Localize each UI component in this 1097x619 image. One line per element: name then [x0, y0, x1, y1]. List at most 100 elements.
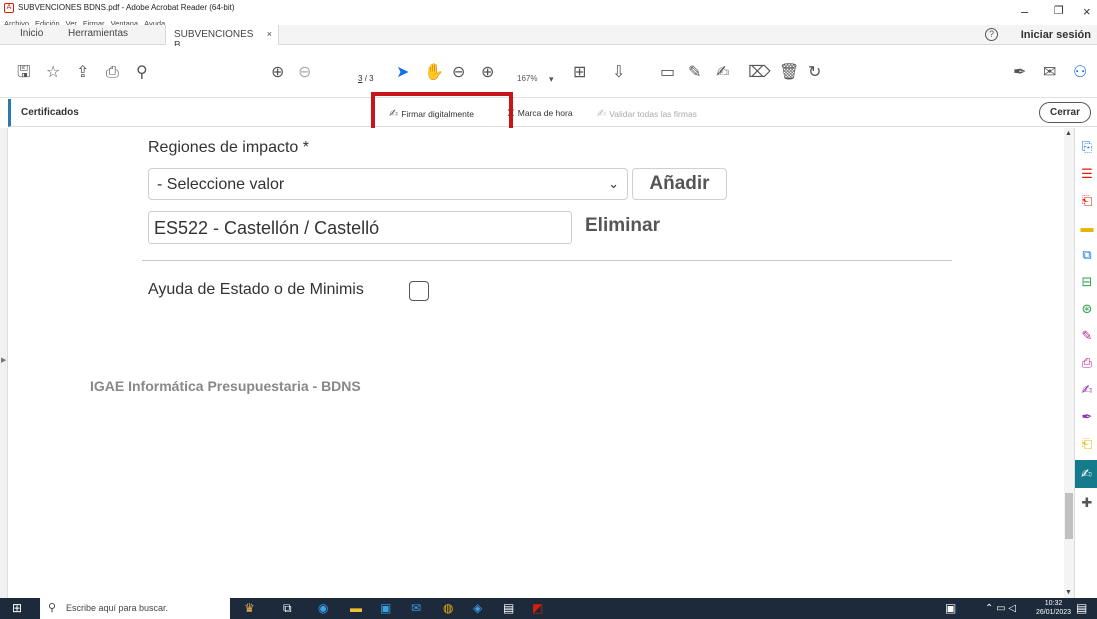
scroll-up-icon[interactable]: ▲ [1065, 130, 1072, 137]
tab-inicio[interactable]: Inicio [20, 28, 43, 39]
store-icon[interactable]: ▣ [380, 601, 391, 616]
timestamp-button[interactable]: ⧗ Marca de hora [507, 107, 573, 120]
remove-button[interactable]: Eliminar [585, 215, 660, 237]
system-tray-icons[interactable]: ⌃ ▭ ◁ [985, 601, 1016, 616]
window-title: SUBVENCIONES BDNS.pdf - Adobe Acrobat Re… [18, 3, 235, 12]
acrobat-icon: A [4, 3, 14, 13]
chrome-icon[interactable]: ◍ [443, 601, 453, 616]
clock-date: 26/01/2023 [1036, 609, 1072, 616]
close-certificates-button[interactable]: Cerrar [1039, 102, 1091, 123]
region-select-value: - Seleccione valor [157, 176, 285, 193]
compress-icon[interactable]: ⊛ [1078, 300, 1096, 318]
highlight-pen-icon[interactable]: ✎ [688, 64, 701, 82]
select-cursor-icon[interactable]: ➤ [396, 64, 409, 82]
expand-arrow-icon[interactable]: ▶ [1, 356, 6, 364]
tab-close-icon[interactable]: × [267, 29, 272, 39]
tab-bar: Inicio Herramientas SUBVENCIONES B... × … [0, 25, 1097, 51]
page-total: / 3 [364, 74, 374, 83]
menu-bar: Archivo Edición Ver Firmar Ventana Ayuda [0, 13, 900, 28]
sign-tool-icon[interactable]: ✒ [1013, 64, 1026, 82]
login-button[interactable]: Iniciar sesión [1021, 29, 1091, 41]
tools-pane: ⎘ ☰ ⎗ ▬ ⧉ ⊟ ⊛ ✎ ⎙ ✍ ✒ ⎗ ✍ ✚ [1074, 128, 1097, 598]
upload-icon[interactable]: ⇪ [76, 64, 89, 82]
print-icon[interactable]: ⎙ [106, 64, 119, 82]
fill-sign-icon[interactable]: ✎ [1078, 327, 1096, 345]
messenger-icon[interactable]: ◈ [473, 601, 482, 616]
notifications-icon[interactable]: ▤ [1076, 601, 1087, 616]
region-select[interactable]: - Seleccione valor ⌄ [148, 168, 628, 200]
taskbar-widget-icon[interactable]: ▣ [945, 601, 956, 616]
scroll-thumb[interactable] [1065, 493, 1073, 539]
edge-icon[interactable]: ◉ [318, 601, 328, 616]
mail-icon[interactable]: ✉ [411, 601, 421, 616]
sign-icon[interactable]: ✍ [716, 64, 729, 82]
create-pdf-icon[interactable]: ⎘ [1078, 138, 1096, 156]
taskbar-search[interactable]: ⚲ Escribe aquí para buscar. [40, 598, 230, 619]
export-pdf-icon[interactable]: ⎗ [1078, 192, 1096, 210]
file-explorer-icon[interactable]: ▬ [350, 601, 362, 616]
validate-icon: ✍ [597, 108, 607, 120]
document-app-icon[interactable]: ▤ [503, 601, 514, 616]
email-icon[interactable]: ✉ [1043, 64, 1056, 82]
task-view-icon[interactable]: ⧉ [283, 601, 292, 616]
regiones-label: Regiones de impacto * [148, 139, 309, 156]
selected-region-field[interactable]: ES522 - Castellón / Castelló [148, 211, 572, 244]
search-icon: ⚲ [48, 602, 57, 614]
validate-label: Validar todas las firmas [609, 109, 697, 119]
protect-icon[interactable]: ⎙ [1078, 354, 1096, 372]
certificates-tool-icon[interactable]: ✍ [1075, 460, 1097, 488]
comment-tool-icon[interactable]: ▬ [1078, 219, 1096, 237]
zoom-in-icon[interactable]: ⊕ [481, 64, 494, 82]
zoom-dropdown-icon[interactable]: ▾ [549, 70, 554, 88]
ayuda-checkbox[interactable] [409, 281, 429, 301]
taskbar-clock[interactable]: 10:32 26/01/2023 [1036, 599, 1071, 617]
page-down-icon[interactable]: ⊖ [298, 64, 311, 82]
delete-icon[interactable]: 🗑 [779, 64, 799, 82]
scroll-mode-icon[interactable]: ⇩ [612, 64, 625, 82]
request-signature-icon[interactable]: ✍ [1078, 381, 1096, 399]
stamp-tool-icon[interactable]: ⎗ [1078, 435, 1096, 453]
sign-pen-icon[interactable]: ✒ [1078, 408, 1096, 426]
chevron-down-icon: ⌄ [608, 176, 619, 191]
certificates-bar: Certificados ✍ Firmar digitalmente ⧗ Marca… [8, 99, 1097, 127]
section-divider [142, 260, 952, 261]
vertical-scrollbar[interactable]: ▲ ▼ [1064, 128, 1074, 598]
rotate-icon[interactable]: ↻ [808, 64, 821, 82]
add-button[interactable]: Añadir [632, 168, 727, 200]
zoom-search-icon[interactable]: ⚲ [136, 64, 148, 82]
save-icon[interactable]: 🖫 [17, 64, 31, 82]
acrobat-taskbar-icon[interactable]: ◩ [532, 601, 543, 616]
restore-icon[interactable]: ❐ [1054, 4, 1064, 17]
page-footer-text: IGAE Informática Presupuestaria - BDNS [90, 378, 361, 394]
close-window-icon[interactable]: × [1083, 4, 1091, 19]
tab-herramientas[interactable]: Herramientas [68, 28, 128, 39]
taskbar-search-placeholder: Escribe aquí para buscar. [66, 603, 169, 613]
validate-signatures-button[interactable]: ✍ Validar todas las firmas [597, 107, 697, 120]
help-icon[interactable]: ? [985, 28, 998, 41]
left-panel-toggle[interactable]: ▶ [0, 128, 8, 598]
zoom-level[interactable]: 167% [517, 74, 537, 83]
bookmark-star-icon[interactable]: ☆ [46, 64, 60, 82]
stamp-icon[interactable]: ⌦ [748, 64, 771, 82]
page-up-icon[interactable]: ⊕ [271, 64, 284, 82]
combine-icon[interactable]: ⧉ [1078, 246, 1096, 264]
more-tools-icon[interactable]: ✚ [1078, 494, 1096, 512]
pharaoh-widget-icon[interactable]: ♛ [244, 601, 255, 616]
tab-document[interactable]: SUBVENCIONES B... × [165, 25, 279, 51]
comment-icon[interactable]: ▭ [660, 64, 675, 82]
edit-pdf-icon[interactable]: ⊟ [1078, 273, 1096, 291]
organize-pages-icon[interactable]: ☰ [1078, 165, 1096, 183]
share-icon[interactable]: ⚇ [1073, 64, 1087, 82]
fit-page-icon[interactable]: ⊞ [573, 64, 586, 82]
selected-region-value: ES522 - Castellón / Castelló [154, 218, 380, 238]
windows-start-icon[interactable]: ⊞ [12, 601, 22, 616]
ayuda-label: Ayuda de Estado o de Minimis [148, 281, 364, 298]
zoom-out-icon[interactable]: ⊖ [452, 64, 465, 82]
page-current[interactable]: 3 [358, 74, 362, 83]
minimize-icon[interactable]: – [1021, 4, 1028, 19]
windows-taskbar: ⊞ ⚲ Escribe aquí para buscar. ♛ ⧉ ◉ ▬ ▣ … [0, 598, 1097, 619]
scroll-down-icon[interactable]: ▼ [1065, 589, 1072, 596]
clock-time: 10:32 [1044, 600, 1063, 607]
page-indicator[interactable]: 3 / 3 [358, 74, 374, 83]
hand-tool-icon[interactable]: ✋ [424, 64, 444, 82]
